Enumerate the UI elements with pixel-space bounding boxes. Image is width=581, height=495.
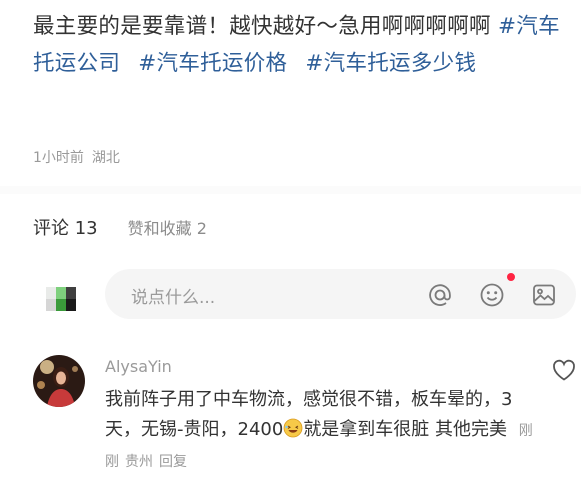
at-icon[interactable] — [427, 282, 453, 308]
image-icon[interactable] — [531, 282, 557, 308]
notification-dot — [507, 273, 515, 281]
comment-avatar[interactable] — [33, 355, 85, 407]
laughing-emoji-icon — [283, 418, 303, 438]
hashtag-link[interactable]: #汽车托运价格 — [138, 51, 287, 76]
hashtag-link[interactable]: #汽车托运多少钱 — [305, 51, 476, 76]
post-time: 1小时前 — [33, 150, 84, 166]
comment-input-placeholder: 说点什么... — [131, 288, 216, 308]
post-location: 湖北 — [91, 150, 120, 166]
post-body: 最主要的是要靠谱！越快越好～急用啊啊啊啊啊 #汽车托运公司 #汽车托运价格 #汽车托… — [33, 8, 573, 82]
note-detail-page: 最主要的是要靠谱！越快越好～急用啊啊啊啊啊 #汽车托运公司 #汽车托运价格 #汽车托… — [0, 0, 581, 495]
section-divider — [0, 186, 581, 194]
comment-author[interactable]: AlysaYin — [105, 357, 172, 376]
comment-location: 贵州 — [125, 454, 153, 470]
comment-input[interactable]: 说点什么... — [105, 269, 576, 319]
reply-button[interactable]: 回复 — [159, 454, 187, 470]
comment-composer: 说点什么... — [41, 262, 581, 320]
comment-text-part2: 就是拿到车很脏 其他完美 — [303, 419, 508, 440]
post-text: 最主要的是要靠谱！越快越好～急用啊啊啊啊啊 — [33, 14, 491, 39]
tab-comments[interactable]: 评论 13 — [33, 214, 98, 240]
tab-likes-collects[interactable]: 赞和收藏 2 — [128, 215, 207, 239]
comment-item: AlysaYin 我前阵子用了中车物流，感觉很不错，板车晕的，3天，无锡-贵阳，… — [0, 345, 581, 495]
comment-text: 我前阵子用了中车物流，感觉很不错，板车晕的，3天，无锡-贵阳，2400 就是拿到… — [105, 385, 535, 477]
comment-tabs: 评论 13 赞和收藏 2 — [33, 213, 207, 241]
post-meta: 1小时前 湖北 — [33, 147, 128, 167]
emoji-icon[interactable] — [479, 282, 505, 308]
user-avatar[interactable] — [46, 287, 76, 311]
heart-icon[interactable] — [552, 359, 576, 381]
